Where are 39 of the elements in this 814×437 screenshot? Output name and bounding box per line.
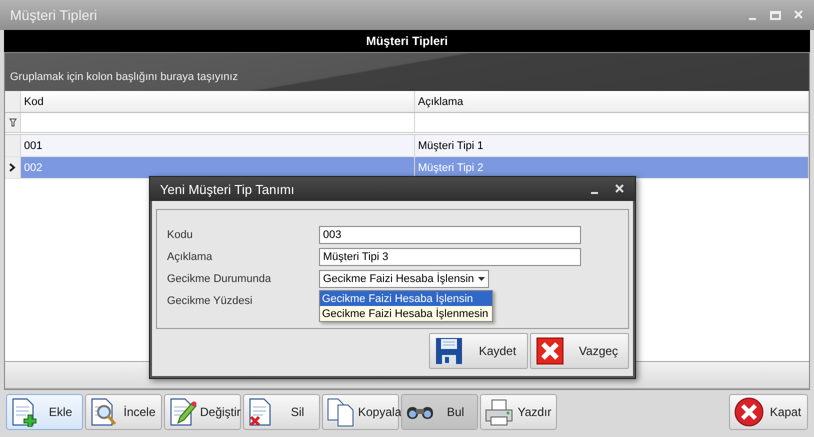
column-header[interactable]: Açıklama	[415, 91, 809, 112]
toolbar-button[interactable]: Kopyala	[322, 394, 399, 430]
close-icon[interactable]	[614, 184, 625, 194]
dropdown-option[interactable]: Gecikme Faizi Hesaba İşlensin	[320, 291, 492, 306]
field-label: Açıklama	[167, 250, 214, 265]
dialog-title: Yeni Müşteri Tip Tanımı	[160, 182, 296, 196]
toolbar-button[interactable]: Yazdır	[480, 394, 557, 430]
toolbar-button[interactable]: İncele	[85, 394, 162, 430]
panel-header: Müşteri Tipleri	[4, 30, 810, 52]
row-pointer-icon	[9, 163, 16, 172]
pencil-document-icon	[168, 397, 198, 427]
toolbar-button[interactable]: Ekle	[6, 394, 83, 430]
input-field[interactable]: Müşteri Tipi 3	[319, 248, 581, 266]
column-header[interactable]: Kod	[21, 91, 415, 112]
table-cell: 001	[21, 135, 415, 156]
field-label: Kodu	[167, 228, 194, 243]
filter-icon[interactable]	[8, 118, 16, 127]
dropdown[interactable]: Gecikme Faizi Hesaba İşlensin	[319, 270, 489, 288]
dialog-button[interactable]: Vazgeç	[530, 332, 629, 368]
close-button[interactable]: Kapat	[729, 394, 808, 430]
printer-icon	[484, 397, 514, 427]
cancel-icon	[535, 336, 565, 366]
window-title: Müşteri Tipleri	[10, 7, 98, 23]
table-cell: Müşteri Tipi 1	[415, 135, 809, 156]
close-icon	[733, 396, 765, 428]
table-row[interactable]: 001 Müşteri Tipi 1	[5, 135, 809, 157]
group-hint: Gruplamak için kolon başlığını buraya taşıyınız	[10, 71, 238, 83]
toolbar-button[interactable]: Sil	[243, 394, 320, 430]
dropdown-option[interactable]: Gecikme Faizi Hesaba İşlenmesin	[320, 306, 492, 321]
magnifier-icon	[89, 397, 119, 427]
maximize-icon[interactable]	[770, 10, 781, 20]
toolbar-button[interactable]: Değiştir	[164, 394, 241, 430]
field-label: Gecikme Yüzdesi	[167, 294, 254, 309]
field-label: Gecikme Durumunda	[167, 272, 272, 287]
documents-icon	[326, 397, 356, 427]
input-field[interactable]: 003	[319, 226, 581, 244]
caret-icon	[478, 277, 485, 281]
toolbar-button[interactable]: Bul	[401, 394, 478, 430]
dialog-button[interactable]: Kaydet	[429, 332, 528, 368]
